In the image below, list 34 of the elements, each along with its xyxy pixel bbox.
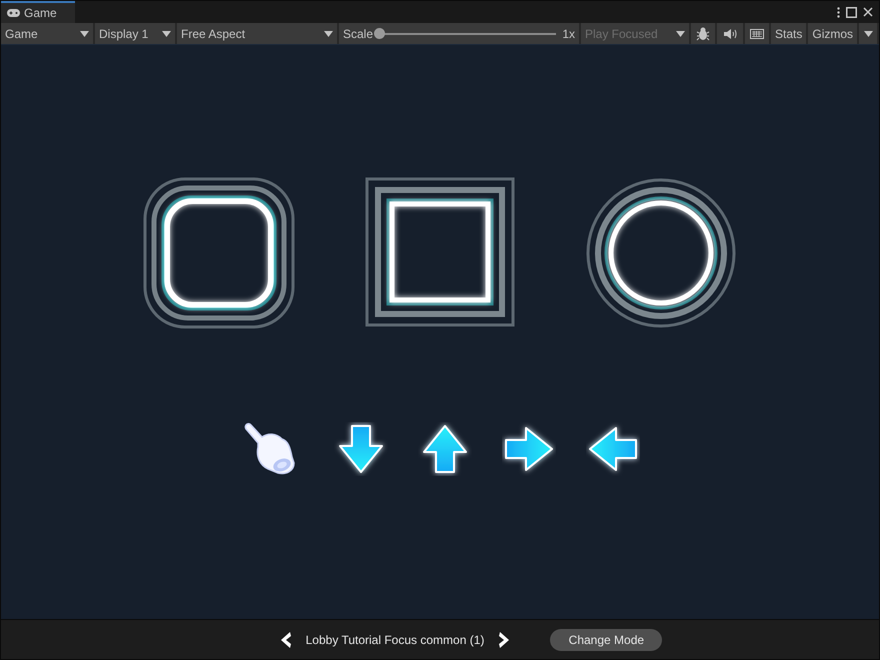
maximize-icon[interactable] [846, 6, 857, 18]
scale-label: Scale [343, 26, 374, 40]
caret-icon [162, 30, 171, 36]
caret-icon [676, 30, 685, 36]
caret-icon [864, 30, 873, 36]
bug-icon [696, 26, 710, 40]
keyboard-icon [750, 28, 764, 38]
caret-icon [80, 30, 89, 36]
dropdown-label: Display 1 [99, 26, 148, 40]
dropdown[interactable]: Display 1 [95, 23, 175, 44]
square-outline-icon [365, 177, 515, 327]
bug-button[interactable] [691, 23, 715, 44]
stats-button[interactable]: Stats [771, 23, 806, 44]
dropdown[interactable]: Game [1, 23, 93, 44]
dropdown-label: Free Aspect [181, 26, 246, 40]
dropdown-label: Game [5, 26, 38, 40]
more-options-icon[interactable] [837, 6, 840, 18]
circle-outline-icon [585, 177, 737, 329]
scale-slider[interactable]: Scale 1x [339, 23, 579, 44]
gizmos-button[interactable]: Gizmos [808, 23, 858, 44]
rounded-square-outline-icon [143, 177, 295, 329]
speaker-icon [724, 28, 736, 38]
slider-thumb[interactable] [374, 28, 386, 38]
caret-icon [324, 30, 333, 36]
gamepad-icon [7, 9, 20, 17]
gizmos-dropdown-button[interactable] [859, 23, 878, 44]
audio-button[interactable] [717, 23, 743, 44]
scale-reading: 1x [562, 26, 575, 40]
keyboard-button[interactable] [745, 23, 769, 44]
close-icon[interactable] [863, 7, 873, 17]
dropdown[interactable]: Free Aspect [177, 23, 337, 44]
game-tab[interactable]: Game [1, 1, 75, 23]
scene-label: Lobby Tutorial Focus common (1) [306, 632, 484, 646]
change-mode-button[interactable]: Change Mode [550, 628, 662, 650]
